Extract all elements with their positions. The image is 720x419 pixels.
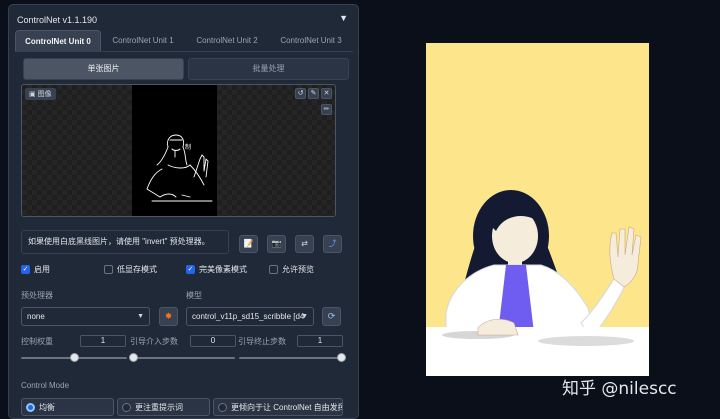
close-icon[interactable]: ✕ (321, 88, 332, 99)
chevron-down-icon: ▼ (301, 313, 308, 320)
scribble-drawing: 制 (146, 134, 213, 202)
tab-unit-3[interactable]: ControlNet Unit 3 (269, 30, 353, 51)
check-icon[interactable]: ✓ (21, 265, 30, 274)
control-mode-label: Control Mode (21, 381, 70, 390)
checkbox-empty[interactable] (269, 265, 278, 274)
image-label: ▣ 图像 (25, 88, 56, 100)
send-icon[interactable]: ⤴ (323, 235, 342, 253)
checkbox-empty[interactable] (104, 265, 113, 274)
image-icon: ▣ (29, 91, 36, 98)
scribble-canvas[interactable]: 制 (132, 85, 217, 216)
control-mode-balanced[interactable]: 均衡 (21, 398, 114, 416)
pixel-perfect-label: 完美像素模式 (199, 265, 247, 274)
refresh-icon[interactable]: ↺ (295, 88, 306, 99)
generated-image (426, 43, 649, 376)
end-step-handle[interactable] (336, 353, 346, 362)
end-step-input[interactable]: 1 (297, 335, 343, 347)
panel-title: ControlNet v1.1.190 (17, 15, 98, 25)
control-weight-label: 控制权重 (21, 337, 53, 346)
model-value: control_v11p_sd15_scribble [d4 (192, 312, 305, 321)
refresh-models-icon[interactable]: ⟳ (322, 307, 341, 326)
pencil-icon[interactable]: ✏ (321, 104, 332, 115)
balanced-label: 均衡 (39, 402, 55, 412)
enable-checkbox[interactable]: ✓ 启用 (21, 264, 50, 275)
allow-preview-label: 允许预览 (282, 265, 314, 274)
radio-unselected[interactable] (218, 402, 227, 412)
image-upload-area[interactable]: ▣ 图像 制 ↺ ✎ ✕ ✏ (21, 84, 336, 217)
tab-batch[interactable]: 批量处理 (188, 58, 349, 80)
start-step-label: 引导介入步数 (130, 337, 178, 346)
control-weight-input[interactable]: 1 (80, 335, 126, 347)
control-mode-group: 均衡 更注重提示词 更倾向于让 ControlNet 自由发挥 (21, 398, 343, 416)
prompt-label: 更注重提示词 (135, 402, 183, 412)
watermark: 知乎 @nilescc (562, 379, 677, 399)
input-mode-tabs: 单张图片 批量处理 (23, 58, 349, 80)
model-label: 模型 (186, 291, 202, 300)
illustration-woman (426, 190, 649, 376)
controlnet-label: 更倾向于让 ControlNet 自由发挥 (231, 402, 343, 412)
end-step-slider[interactable] (239, 357, 343, 359)
camera-icon[interactable]: 📷 (267, 235, 286, 253)
unit-tabs: ControlNet Unit 0 ControlNet Unit 1 Cont… (15, 30, 353, 52)
radio-unselected[interactable] (122, 402, 131, 412)
enable-label: 启用 (34, 265, 50, 274)
image-toolbar: ↺ ✎ ✕ (295, 88, 332, 99)
image-actions: 📝 📷 ⇄ ⤴ (239, 235, 342, 253)
check-icon[interactable]: ✓ (186, 265, 195, 274)
run-preprocessor-icon[interactable]: ✸ (159, 307, 178, 326)
tab-unit-1[interactable]: ControlNet Unit 1 (101, 30, 185, 51)
start-step-input[interactable]: 0 (190, 335, 236, 347)
low-vram-checkbox[interactable]: 低显存模式 (104, 264, 157, 275)
scribble-text-mark: 制 (185, 143, 191, 151)
swap-icon[interactable]: ⇄ (295, 235, 314, 253)
control-mode-controlnet[interactable]: 更倾向于让 ControlNet 自由发挥 (213, 398, 343, 416)
control-mode-prompt[interactable]: 更注重提示词 (117, 398, 210, 416)
end-step-label: 引导终止步数 (238, 337, 286, 346)
tab-unit-2[interactable]: ControlNet Unit 2 (185, 30, 269, 51)
preprocessor-label: 预处理器 (21, 291, 53, 300)
control-weight-handle[interactable] (69, 353, 79, 362)
low-vram-label: 低显存模式 (117, 265, 157, 274)
start-step-slider[interactable] (131, 357, 235, 359)
chevron-down-icon: ▼ (137, 313, 144, 320)
radio-selected[interactable] (26, 402, 35, 412)
options-row: ✓ 启用 低显存模式 ✓ 完美像素模式 允许预览 (21, 264, 341, 276)
preprocessor-value: none (27, 312, 45, 321)
model-select[interactable]: control_v11p_sd15_scribble [d4 ▼ (186, 307, 314, 326)
tab-single-image[interactable]: 单张图片 (23, 58, 184, 80)
start-step-handle[interactable] (128, 353, 138, 362)
pixel-perfect-checkbox[interactable]: ✓ 完美像素模式 (186, 264, 247, 275)
edit-icon[interactable]: ✎ (308, 88, 319, 99)
image-label-text: 图像 (37, 91, 52, 98)
allow-preview-checkbox[interactable]: 允许预览 (269, 264, 314, 275)
tab-unit-0[interactable]: ControlNet Unit 0 (15, 30, 101, 51)
new-canvas-icon[interactable]: 📝 (239, 235, 258, 253)
preprocessor-select[interactable]: none ▼ (21, 307, 150, 326)
invert-hint: 如果使用白底黑线图片，请使用 "invert" 预处理器。 (21, 230, 229, 254)
collapse-icon[interactable]: ▼ (339, 13, 348, 23)
